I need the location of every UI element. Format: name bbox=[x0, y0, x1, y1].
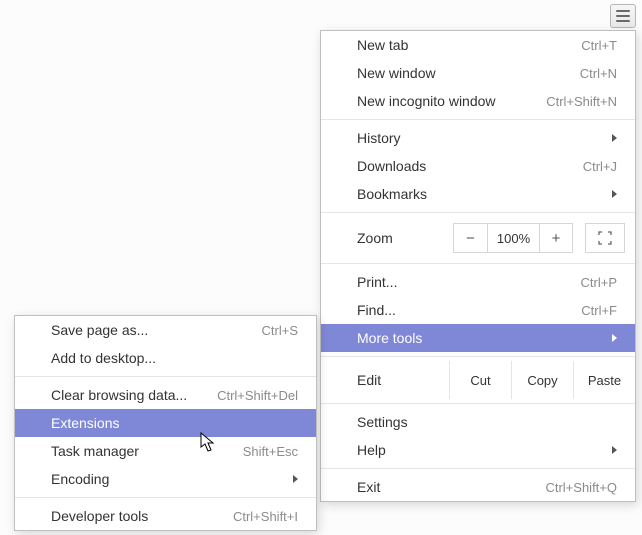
submenu-item-extensions[interactable]: Extensions bbox=[15, 409, 316, 437]
zoom-value: 100% bbox=[487, 223, 539, 253]
menu-shortcut: Ctrl+Shift+I bbox=[233, 509, 298, 524]
menu-separator bbox=[15, 497, 316, 498]
menu-label: Developer tools bbox=[51, 508, 148, 524]
menu-shortcut: Ctrl+S bbox=[262, 323, 298, 338]
menu-label: Find... bbox=[357, 302, 396, 318]
paste-button[interactable]: Paste bbox=[573, 361, 635, 399]
zoom-in-button[interactable]: + bbox=[539, 223, 573, 253]
submenu-arrow-icon bbox=[612, 446, 617, 454]
menu-item-history[interactable]: History bbox=[321, 124, 635, 152]
menu-label: Save page as... bbox=[51, 322, 148, 338]
menu-shortcut: Ctrl+N bbox=[580, 66, 617, 81]
copy-button[interactable]: Copy bbox=[511, 361, 573, 399]
menu-label: Exit bbox=[357, 479, 380, 495]
submenu-item-dev-tools[interactable]: Developer tools Ctrl+Shift+I bbox=[15, 502, 316, 530]
submenu-item-task-manager[interactable]: Task manager Shift+Esc bbox=[15, 437, 316, 465]
zoom-label: Zoom bbox=[357, 230, 453, 246]
menu-shortcut: Ctrl+P bbox=[581, 275, 617, 290]
hamburger-button[interactable] bbox=[610, 4, 636, 28]
submenu-item-clear-data[interactable]: Clear browsing data... Ctrl+Shift+Del bbox=[15, 381, 316, 409]
menu-item-more-tools[interactable]: More tools bbox=[321, 324, 635, 352]
edit-label: Edit bbox=[321, 361, 449, 399]
menu-label: Encoding bbox=[51, 471, 109, 487]
zoom-controls: − 100% + bbox=[453, 223, 635, 253]
submenu-arrow-icon bbox=[612, 190, 617, 198]
menu-label: New tab bbox=[357, 37, 408, 53]
menu-separator bbox=[321, 212, 635, 213]
fullscreen-icon bbox=[598, 231, 612, 245]
submenu-arrow-icon bbox=[293, 475, 298, 483]
menu-item-downloads[interactable]: Downloads Ctrl+J bbox=[321, 152, 635, 180]
menu-item-help[interactable]: Help bbox=[321, 436, 635, 464]
menu-shortcut: Ctrl+Shift+Del bbox=[217, 388, 298, 403]
menu-label: More tools bbox=[357, 330, 422, 346]
hamburger-icon bbox=[616, 10, 630, 12]
menu-shortcut: Shift+Esc bbox=[243, 444, 298, 459]
menu-label: Extensions bbox=[51, 415, 119, 431]
menu-item-new-tab[interactable]: New tab Ctrl+T bbox=[321, 31, 635, 59]
menu-label: Downloads bbox=[357, 158, 426, 174]
submenu-item-encoding[interactable]: Encoding bbox=[15, 465, 316, 493]
menu-separator bbox=[15, 376, 316, 377]
menu-label: Bookmarks bbox=[357, 186, 427, 202]
submenu-item-add-desktop[interactable]: Add to desktop... bbox=[15, 344, 316, 372]
menu-item-settings[interactable]: Settings bbox=[321, 408, 635, 436]
submenu-item-save-page[interactable]: Save page as... Ctrl+S bbox=[15, 316, 316, 344]
menu-label: History bbox=[357, 130, 401, 146]
menu-separator bbox=[321, 263, 635, 264]
menu-item-edit: Edit Cut Copy Paste bbox=[321, 361, 635, 399]
menu-label: New window bbox=[357, 65, 436, 81]
menu-item-print[interactable]: Print... Ctrl+P bbox=[321, 268, 635, 296]
menu-item-zoom: Zoom − 100% + bbox=[321, 217, 635, 259]
menu-item-new-window[interactable]: New window Ctrl+N bbox=[321, 59, 635, 87]
menu-label: Help bbox=[357, 442, 386, 458]
menu-item-bookmarks[interactable]: Bookmarks bbox=[321, 180, 635, 208]
menu-shortcut: Ctrl+F bbox=[581, 303, 617, 318]
menu-label: New incognito window bbox=[357, 93, 496, 109]
fullscreen-button[interactable] bbox=[585, 223, 625, 253]
menu-shortcut: Ctrl+T bbox=[581, 38, 617, 53]
menu-separator bbox=[321, 403, 635, 404]
menu-item-incognito[interactable]: New incognito window Ctrl+Shift+N bbox=[321, 87, 635, 115]
submenu-arrow-icon bbox=[612, 334, 617, 342]
menu-item-exit[interactable]: Exit Ctrl+Shift+Q bbox=[321, 473, 635, 501]
more-tools-submenu: Save page as... Ctrl+S Add to desktop...… bbox=[14, 315, 317, 531]
menu-label: Clear browsing data... bbox=[51, 387, 187, 403]
zoom-out-button[interactable]: − bbox=[453, 223, 487, 253]
main-menu: New tab Ctrl+T New window Ctrl+N New inc… bbox=[320, 30, 636, 502]
menu-label: Settings bbox=[357, 414, 408, 430]
menu-item-find[interactable]: Find... Ctrl+F bbox=[321, 296, 635, 324]
menu-separator bbox=[321, 356, 635, 357]
menu-shortcut: Ctrl+J bbox=[583, 159, 617, 174]
menu-separator bbox=[321, 468, 635, 469]
menu-label: Add to desktop... bbox=[51, 350, 156, 366]
submenu-arrow-icon bbox=[612, 134, 617, 142]
cut-button[interactable]: Cut bbox=[449, 361, 511, 399]
menu-separator bbox=[321, 119, 635, 120]
menu-label: Print... bbox=[357, 274, 397, 290]
menu-shortcut: Ctrl+Shift+Q bbox=[545, 480, 617, 495]
menu-shortcut: Ctrl+Shift+N bbox=[546, 94, 617, 109]
menu-label: Task manager bbox=[51, 443, 139, 459]
